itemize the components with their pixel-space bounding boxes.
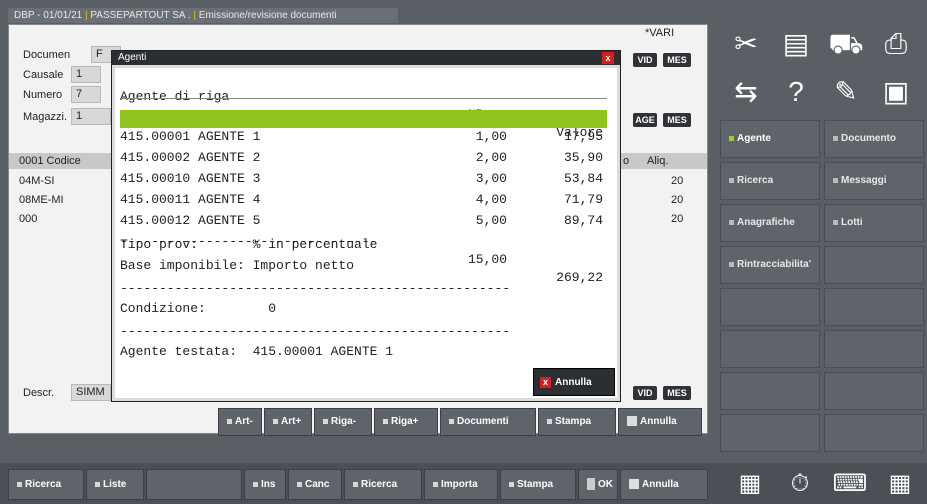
grid-cell-code: 000 bbox=[19, 213, 38, 225]
ricerca-button[interactable]: Ricerca bbox=[8, 469, 84, 500]
blank-button[interactable] bbox=[146, 469, 242, 500]
header-agente: Agente di riga bbox=[120, 89, 230, 104]
stampa-button[interactable]: Stampa bbox=[538, 408, 616, 436]
descr-label: Descr. bbox=[23, 387, 55, 399]
agent-row[interactable]: 415.00011 AGENTE 4 4,00 71,79 bbox=[120, 173, 607, 207]
grid-cell-aliq: 20 bbox=[671, 194, 684, 206]
vari-label: *VARI bbox=[645, 27, 675, 39]
annulla-dialog-button[interactable]: x Annulla bbox=[533, 368, 615, 396]
numero-field[interactable]: 7 bbox=[71, 86, 101, 103]
causale-label: Causale bbox=[23, 69, 64, 81]
agenti-dialog: Agenti x Agente di riga %Prov Valore 415… bbox=[111, 50, 621, 402]
canc-button[interactable]: Canc bbox=[288, 469, 342, 500]
empty-right-button[interactable] bbox=[824, 246, 924, 284]
box-icon[interactable]: ▣ bbox=[872, 74, 920, 110]
dialog-header-row: Agente di riga %Prov Valore bbox=[120, 70, 607, 140]
keyboard-icon[interactable]: ⌨ bbox=[826, 466, 874, 502]
agent-row[interactable]: 415.00002 AGENTE 2 2,00 35,90 bbox=[120, 131, 607, 165]
annulla-mid-button[interactable]: Annulla bbox=[618, 408, 702, 436]
magazzino-label: Magazzi. bbox=[23, 111, 68, 123]
title-module: Emissione/revisione documenti bbox=[198, 10, 337, 21]
vid-tag-descr[interactable]: VID bbox=[633, 386, 657, 400]
separator-line: ----------------------------------------… bbox=[120, 281, 511, 296]
empty-right-button[interactable] bbox=[720, 372, 820, 410]
condizione: Condizione: 0 bbox=[120, 301, 277, 316]
move-icon[interactable]: ⇆ bbox=[722, 74, 770, 110]
grid-icon[interactable]: ▦ bbox=[876, 466, 924, 502]
totals-row: --------------------------------- 15,00 … bbox=[120, 215, 607, 285]
tipo-prov: Tipo prov: % in percentuale bbox=[120, 237, 378, 252]
title-company: PASSEPARTOUT SA . bbox=[90, 10, 191, 21]
agent-row-selected[interactable]: 415.00001 AGENTE 1 1,00 17,95 bbox=[120, 110, 607, 144]
agent-row[interactable]: 415.00010 AGENTE 3 3,00 53,84 bbox=[120, 152, 607, 186]
annulla-bottom-button[interactable]: Annulla bbox=[620, 469, 708, 500]
documento-button[interactable]: Documento bbox=[824, 120, 924, 158]
paste-icon[interactable]: ▤ bbox=[772, 26, 820, 62]
agente-testata: Agente testata: 415.00001 AGENTE 1 bbox=[120, 344, 394, 359]
ins-button[interactable]: Ins bbox=[244, 469, 286, 500]
empty-right-button[interactable] bbox=[720, 414, 820, 452]
ok-button[interactable]: OK bbox=[578, 469, 618, 500]
age-tag[interactable]: AGE bbox=[633, 113, 657, 127]
vid-tag[interactable]: VID bbox=[633, 53, 657, 67]
riga-plus-button[interactable]: Riga+ bbox=[374, 408, 438, 436]
riga-minus-button[interactable]: Riga- bbox=[314, 408, 372, 436]
documento-label: Documen bbox=[23, 49, 71, 61]
grid-cell-code: 08ME-MI bbox=[19, 194, 64, 206]
agent-row[interactable]: 415.00012 AGENTE 5 5,00 89,74 bbox=[120, 194, 607, 228]
grid-cell-code: 04M-SI bbox=[19, 175, 55, 187]
messaggi-button[interactable]: Messaggi bbox=[824, 162, 924, 200]
documenti-button[interactable]: Documenti bbox=[440, 408, 536, 436]
dialog-body: Agente di riga %Prov Valore 415.00001 AG… bbox=[115, 68, 617, 398]
art-plus-button[interactable]: Art+ bbox=[264, 408, 312, 436]
ricerca-2-button[interactable]: Ricerca bbox=[344, 469, 422, 500]
edit-icon[interactable]: ✎ bbox=[822, 74, 870, 110]
empty-right-button[interactable] bbox=[824, 330, 924, 368]
printer-icon[interactable]: ⎙ bbox=[872, 26, 920, 62]
help-icon[interactable]: ? bbox=[772, 74, 820, 110]
magazzino-field[interactable]: 1 bbox=[71, 108, 111, 125]
stopwatch-icon[interactable]: ⏱ bbox=[776, 466, 824, 502]
header-divider bbox=[120, 98, 607, 99]
base-imponibile: Base imponibile: Importo netto bbox=[120, 258, 355, 273]
grid-cell-aliq: 20 bbox=[671, 213, 684, 225]
stampa-bottom-button[interactable]: Stampa bbox=[500, 469, 576, 500]
empty-right-button[interactable] bbox=[720, 330, 820, 368]
right-panel: ✂ ▤ ⛟ ⎙ ⇆ ? ✎ ▣ Agente Documento Ricerca… bbox=[718, 24, 927, 464]
causale-field[interactable]: 1 bbox=[71, 66, 101, 83]
ricerca-right-button[interactable]: Ricerca bbox=[720, 162, 820, 200]
art-minus-button[interactable]: Art- bbox=[218, 408, 262, 436]
agente-button[interactable]: Agente bbox=[720, 120, 820, 158]
title-date: DBP - 01/01/21 bbox=[14, 10, 83, 21]
separator-line-2: ----------------------------------------… bbox=[120, 324, 511, 339]
calculator-icon[interactable]: ▦ bbox=[726, 466, 774, 502]
scissors-icon[interactable]: ✂ bbox=[722, 26, 770, 62]
numero-label: Numero bbox=[23, 89, 63, 101]
close-icon[interactable]: x bbox=[602, 52, 614, 64]
rintracciabilita-button[interactable]: Rintracciabilita' bbox=[720, 246, 820, 284]
mes-tag-descr[interactable]: MES bbox=[663, 386, 691, 400]
grid-header-codice: 0001 Codice bbox=[19, 155, 81, 167]
empty-right-button[interactable] bbox=[824, 414, 924, 452]
mes-tag-2[interactable]: MES bbox=[663, 113, 691, 127]
mes-tag[interactable]: MES bbox=[663, 53, 691, 67]
liste-button[interactable]: Liste bbox=[86, 469, 144, 500]
dialog-title: Agenti bbox=[118, 52, 147, 63]
descr-field[interactable]: SIMM bbox=[71, 384, 111, 401]
empty-right-button[interactable] bbox=[824, 288, 924, 326]
empty-right-button[interactable] bbox=[824, 372, 924, 410]
title-bar: DBP - 01/01/21 | PASSEPARTOUT SA . | Emi… bbox=[8, 8, 398, 23]
empty-right-button[interactable] bbox=[720, 288, 820, 326]
grid-cell-aliq: 20 bbox=[671, 175, 684, 187]
grid-header-o: o bbox=[623, 155, 630, 167]
grid-header-aliq: Aliq. bbox=[647, 155, 669, 167]
importa-button[interactable]: Importa bbox=[424, 469, 498, 500]
dialog-title-bar: Agenti x bbox=[112, 51, 620, 65]
close-icon: x bbox=[540, 376, 551, 388]
lotti-button[interactable]: Lotti bbox=[824, 204, 924, 242]
truck-icon[interactable]: ⛟ bbox=[822, 26, 870, 62]
anagrafiche-button[interactable]: Anagrafiche bbox=[720, 204, 820, 242]
